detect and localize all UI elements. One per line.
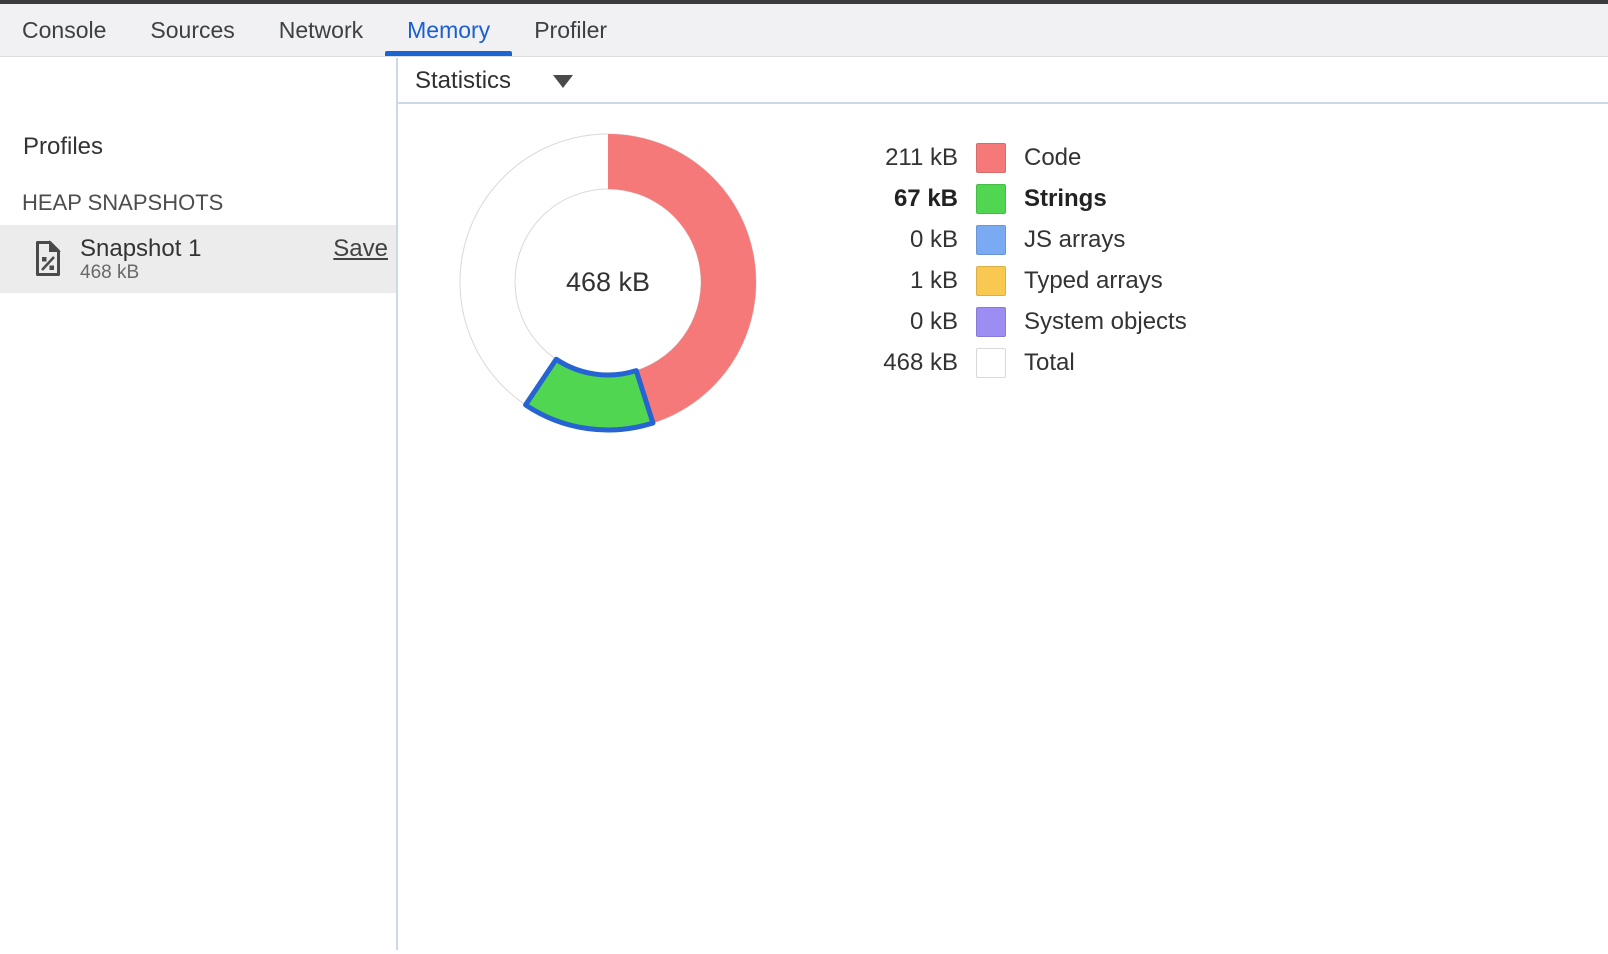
legend-value: 468 kB — [868, 349, 958, 377]
save-snapshot-link[interactable]: Save — [333, 235, 388, 263]
legend-value: 1 kB — [868, 267, 958, 295]
legend-label: Strings — [1024, 185, 1107, 213]
chart-total-label: 468 kB — [528, 266, 688, 298]
sidebar-title: Profiles — [23, 133, 103, 161]
tab-sources[interactable]: Sources — [128, 4, 256, 56]
devtools-tab-bar: Console Sources Network Memory Profiler — [0, 4, 1608, 57]
legend-swatch — [976, 307, 1006, 337]
tab-console[interactable]: Console — [0, 4, 128, 56]
perspective-select[interactable]: Statistics — [415, 64, 573, 98]
tab-network[interactable]: Network — [257, 4, 385, 56]
legend-row-system-objects[interactable]: 0 kB System objects — [868, 301, 1187, 342]
heap-snapshots-section-header: HEAP SNAPSHOTS — [22, 190, 223, 216]
legend-row-typed-arrays[interactable]: 1 kB Typed arrays — [868, 260, 1187, 301]
snapshot-name: Snapshot 1 — [80, 235, 201, 263]
legend-swatch — [976, 143, 1006, 173]
legend-row-total[interactable]: 468 kB Total — [868, 342, 1187, 383]
legend-value: 211 kB — [868, 144, 958, 172]
legend-value: 67 kB — [868, 185, 958, 213]
tab-profiler[interactable]: Profiler — [512, 4, 629, 56]
legend-row-js-arrays[interactable]: 0 kB JS arrays — [868, 219, 1187, 260]
legend-swatch — [976, 225, 1006, 255]
legend-value: 0 kB — [868, 308, 958, 336]
snapshot-size: 468 kB — [80, 262, 139, 284]
legend-label: JS arrays — [1024, 226, 1125, 254]
perspective-select-label: Statistics — [415, 67, 511, 95]
legend-row-strings[interactable]: 67 kB Strings — [868, 178, 1187, 219]
legend-swatch — [976, 184, 1006, 214]
heap-snapshot-file-icon — [34, 240, 61, 277]
profiles-sidebar: Profiles HEAP SNAPSHOTS Snapshot 1 468 k… — [0, 58, 398, 950]
legend-swatch — [976, 266, 1006, 296]
pie-slice-strings[interactable] — [526, 359, 653, 430]
legend-label: System objects — [1024, 308, 1187, 336]
legend-row-code[interactable]: 211 kB Code — [868, 137, 1187, 178]
chevron-down-icon — [553, 75, 573, 88]
legend-label: Typed arrays — [1024, 267, 1163, 295]
devtools-memory-panel: Console Sources Network Memory Profiler … — [0, 0, 1608, 954]
legend-label: Code — [1024, 144, 1081, 172]
legend-value: 0 kB — [868, 226, 958, 254]
legend-swatch — [976, 348, 1006, 378]
tab-memory[interactable]: Memory — [385, 4, 512, 56]
chart-legend: 211 kB Code 67 kB Strings 0 kB JS arrays… — [868, 137, 1187, 383]
legend-label: Total — [1024, 349, 1075, 377]
snapshot-list-item[interactable]: Snapshot 1 468 kB Save — [0, 225, 396, 293]
